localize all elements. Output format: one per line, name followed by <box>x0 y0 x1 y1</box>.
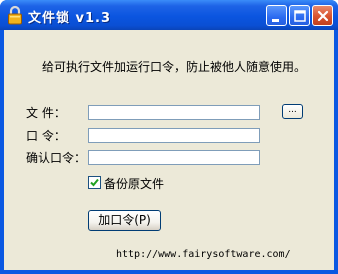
password-input[interactable] <box>88 128 260 143</box>
checkmark-icon <box>90 178 99 187</box>
backup-checkbox[interactable] <box>88 176 101 189</box>
minimize-icon <box>272 19 279 22</box>
maximize-icon <box>294 10 306 22</box>
description-text: 给可执行文件加运行口令，防止被他人随意使用。 <box>42 60 307 74</box>
close-icon <box>317 10 329 22</box>
password-label: 口 令： <box>26 129 66 143</box>
file-label: 文 件： <box>26 106 66 120</box>
file-path-input[interactable] <box>88 105 260 120</box>
backup-checkbox-label[interactable]: 备份原文件 <box>104 175 164 192</box>
confirm-password-input[interactable] <box>88 150 260 165</box>
close-button[interactable] <box>312 5 333 26</box>
title-bar[interactable]: 文件锁 v1.3 <box>0 0 338 30</box>
window-title: 文件锁 v1.3 <box>28 11 112 26</box>
website-link[interactable]: http://www.fairysoftware.com/ <box>116 249 291 260</box>
confirm-password-label: 确认口令： <box>26 151 87 165</box>
app-window: 文件锁 v1.3 给可执行文件加运行口令，防止被他人随意使用。 文 件： ...… <box>0 0 338 274</box>
padlock-icon <box>6 5 24 25</box>
minimize-button[interactable] <box>266 5 287 26</box>
maximize-button[interactable] <box>289 5 310 26</box>
browse-button[interactable]: ... <box>282 104 303 119</box>
add-password-button[interactable]: 加口令(P) <box>88 210 161 231</box>
dialog-body: 给可执行文件加运行口令，防止被他人随意使用。 文 件： ... 口 令： 确认口… <box>4 30 334 270</box>
